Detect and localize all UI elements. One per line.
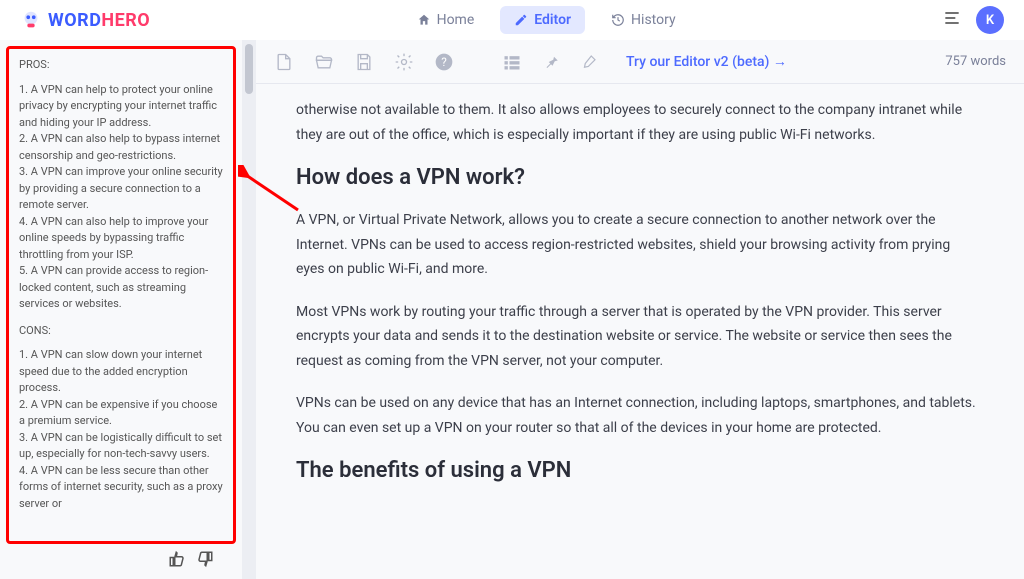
sidebar-box: PROS: 1. A VPN can help to protect your … <box>6 46 236 544</box>
try-editor-link[interactable]: Try our Editor v2 (beta) → <box>626 53 787 70</box>
thumbs-up-icon[interactable] <box>168 550 186 572</box>
nav-history[interactable]: History <box>597 6 690 34</box>
content[interactable]: otherwise not available to them. It also… <box>256 84 1024 579</box>
avatar[interactable]: K <box>976 6 1004 34</box>
list-item: 2. A VPN can also help to bypass interne… <box>19 131 223 164</box>
home-icon <box>417 13 431 27</box>
list-item: 1. A VPN can slow down your internet spe… <box>19 347 223 397</box>
svg-text:?: ? <box>441 55 447 69</box>
list-item: 3. A VPN can improve your online securit… <box>19 164 223 214</box>
nav-editor[interactable]: Editor <box>500 6 585 34</box>
toolbar: ? Try our Editor v2 (beta) → 757 words <box>256 40 1024 84</box>
sidebar: PROS: 1. A VPN can help to protect your … <box>0 40 242 579</box>
editor-area: ? Try our Editor v2 (beta) → 757 words o… <box>256 40 1024 579</box>
list-item: 4. A VPN can also help to improve your o… <box>19 214 223 264</box>
paragraph: Most VPNs work by routing your traffic t… <box>296 300 976 374</box>
list-item: 4. A VPN can be less secure than other f… <box>19 463 223 513</box>
pin-icon[interactable] <box>542 53 560 71</box>
history-icon <box>611 13 625 27</box>
logo-icon <box>20 9 42 31</box>
heading-how: How does a VPN work? <box>296 165 976 190</box>
list-item: 5. A VPN can provide access to region-lo… <box>19 263 223 313</box>
brush-icon[interactable] <box>580 53 598 71</box>
pros-title: PROS: <box>19 57 223 74</box>
logo-word: WORD <box>48 10 101 31</box>
open-icon[interactable] <box>314 52 334 72</box>
list-icon[interactable] <box>502 52 522 72</box>
nav: Home Editor History <box>403 6 690 34</box>
paragraph: VPNs can be used on any device that has … <box>296 391 976 440</box>
vertical-scrollbar[interactable] <box>242 40 256 579</box>
nav-editor-label: Editor <box>534 12 571 28</box>
list-item: 1. A VPN can help to protect your online… <box>19 82 223 132</box>
pros-list: 1. A VPN can help to protect your online… <box>19 82 223 313</box>
list-item: 3. A VPN can be logistically difficult t… <box>19 430 223 463</box>
nav-history-label: History <box>631 12 676 28</box>
word-count: 757 words <box>945 54 1006 69</box>
cons-list: 1. A VPN can slow down your internet spe… <box>19 347 223 512</box>
paragraph: A VPN, or Virtual Private Network, allow… <box>296 208 976 282</box>
scrollbar-thumb[interactable] <box>245 44 253 94</box>
heading-benefits: The benefits of using a VPN <box>296 458 976 483</box>
main: PROS: 1. A VPN can help to protect your … <box>0 40 1024 579</box>
header: WORDHERO Home Editor History K <box>0 0 1024 40</box>
menu-icon[interactable] <box>942 8 962 32</box>
cons-title: CONS: <box>19 323 223 340</box>
new-doc-icon[interactable] <box>274 52 294 72</box>
help-icon[interactable]: ? <box>434 52 454 72</box>
save-icon[interactable] <box>354 52 374 72</box>
pencil-icon <box>514 13 528 27</box>
thumbs <box>6 544 236 572</box>
logo-hero: HERO <box>101 10 150 31</box>
gear-icon[interactable] <box>394 52 414 72</box>
nav-home-label: Home <box>437 12 475 28</box>
list-item: 2. A VPN can be expensive if you choose … <box>19 397 223 430</box>
paragraph: otherwise not available to them. It also… <box>296 98 976 147</box>
avatar-initial: K <box>986 13 994 28</box>
thumbs-down-icon[interactable] <box>196 550 214 572</box>
logo[interactable]: WORDHERO <box>20 9 150 31</box>
nav-home[interactable]: Home <box>403 6 489 34</box>
header-right: K <box>942 6 1004 34</box>
